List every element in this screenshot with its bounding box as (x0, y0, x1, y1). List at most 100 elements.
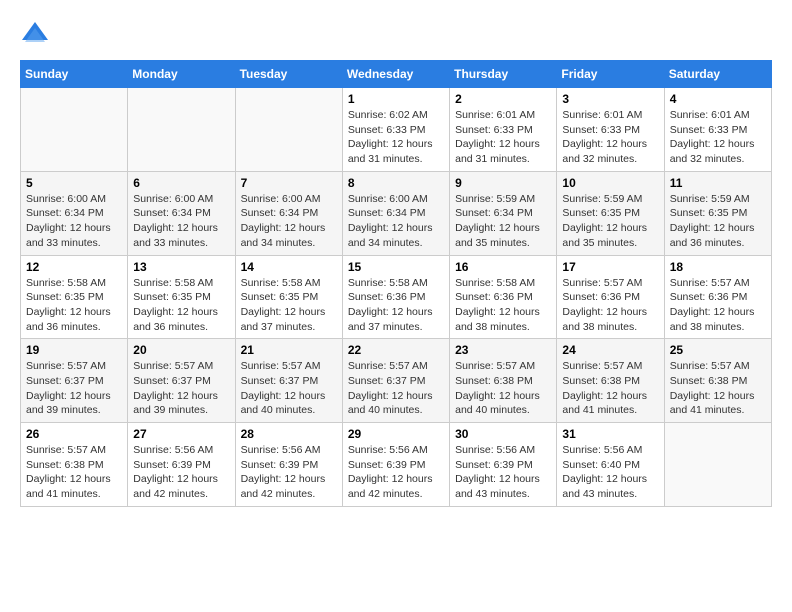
calendar-week-row: 12 Sunrise: 5:58 AM Sunset: 6:35 PM Dayli… (21, 255, 772, 339)
calendar-cell: 21 Sunrise: 5:57 AM Sunset: 6:37 PM Dayli… (235, 339, 342, 423)
day-number: 17 (562, 260, 658, 274)
calendar-cell: 20Sunrise: 5:57 AM Sunset: 6:37 PM Dayli… (128, 339, 235, 423)
day-info: Sunrise: 6:01 AM Sunset: 6:33 PM Dayligh… (670, 108, 766, 167)
logo (20, 20, 54, 50)
calendar-cell (664, 423, 771, 507)
day-number: 21 (241, 343, 337, 357)
day-info: Sunrise: 5:59 AM Sunset: 6:35 PM Dayligh… (670, 192, 766, 251)
calendar-week-row: 5Sunrise: 6:00 AM Sunset: 6:34 PM Daylig… (21, 171, 772, 255)
day-info: Sunrise: 5:58 AM Sunset: 6:35 PM Dayligh… (133, 276, 229, 335)
calendar-cell: 24Sunrise: 5:57 AM Sunset: 6:38 PM Dayli… (557, 339, 664, 423)
day-number: 19 (26, 343, 122, 357)
day-number: 30 (455, 427, 551, 441)
calendar-cell: 29 Sunrise: 5:56 AM Sunset: 6:39 PM Dayli… (342, 423, 449, 507)
day-number: 2 (455, 92, 551, 106)
calendar-cell: 25 Sunrise: 5:57 AM Sunset: 6:38 PM Dayli… (664, 339, 771, 423)
calendar-cell: 9 Sunrise: 5:59 AM Sunset: 6:34 PM Daylig… (450, 171, 557, 255)
day-info: Sunrise: 5:57 AM Sunset: 6:38 PM Dayligh… (455, 359, 551, 418)
day-info: Sunrise: 6:00 AM Sunset: 6:34 PM Dayligh… (133, 192, 229, 251)
calendar-cell: 19 Sunrise: 5:57 AM Sunset: 6:37 PM Dayli… (21, 339, 128, 423)
calendar-cell (21, 88, 128, 172)
calendar-cell: 27 Sunrise: 5:56 AM Sunset: 6:39 PM Dayli… (128, 423, 235, 507)
day-number: 7 (241, 176, 337, 190)
calendar-cell: 16 Sunrise: 5:58 AM Sunset: 6:36 PM Dayli… (450, 255, 557, 339)
header-friday: Friday (557, 61, 664, 88)
day-number: 26 (26, 427, 122, 441)
day-number: 6 (133, 176, 229, 190)
header-sunday: Sunday (21, 61, 128, 88)
day-info: Sunrise: 5:57 AM Sunset: 6:37 PM Dayligh… (133, 359, 229, 418)
day-number: 10 (562, 176, 658, 190)
day-number: 13 (133, 260, 229, 274)
day-info: Sunrise: 5:56 AM Sunset: 6:39 PM Dayligh… (133, 443, 229, 502)
day-info: Sunrise: 5:56 AM Sunset: 6:39 PM Dayligh… (348, 443, 444, 502)
day-info: Sunrise: 5:57 AM Sunset: 6:38 PM Dayligh… (670, 359, 766, 418)
day-info: Sunrise: 5:57 AM Sunset: 6:38 PM Dayligh… (562, 359, 658, 418)
day-info: Sunrise: 5:57 AM Sunset: 6:36 PM Dayligh… (562, 276, 658, 335)
calendar-cell: 8 Sunrise: 6:00 AM Sunset: 6:34 PM Daylig… (342, 171, 449, 255)
day-info: Sunrise: 6:01 AM Sunset: 6:33 PM Dayligh… (455, 108, 551, 167)
calendar-header-row: SundayMondayTuesdayWednesdayThursdayFrid… (21, 61, 772, 88)
day-info: Sunrise: 6:01 AM Sunset: 6:33 PM Dayligh… (562, 108, 658, 167)
calendar-cell: 12 Sunrise: 5:58 AM Sunset: 6:35 PM Dayli… (21, 255, 128, 339)
calendar-week-row: 19 Sunrise: 5:57 AM Sunset: 6:37 PM Dayli… (21, 339, 772, 423)
calendar-cell: 28 Sunrise: 5:56 AM Sunset: 6:39 PM Dayli… (235, 423, 342, 507)
day-info: Sunrise: 5:57 AM Sunset: 6:37 PM Dayligh… (26, 359, 122, 418)
day-number: 27 (133, 427, 229, 441)
calendar-week-row: 1 Sunrise: 6:02 AM Sunset: 6:33 PM Daylig… (21, 88, 772, 172)
calendar-cell: 4 Sunrise: 6:01 AM Sunset: 6:33 PM Daylig… (664, 88, 771, 172)
day-number: 4 (670, 92, 766, 106)
day-info: Sunrise: 5:56 AM Sunset: 6:40 PM Dayligh… (562, 443, 658, 502)
day-info: Sunrise: 5:58 AM Sunset: 6:35 PM Dayligh… (26, 276, 122, 335)
calendar-table: SundayMondayTuesdayWednesdayThursdayFrid… (20, 60, 772, 507)
day-number: 15 (348, 260, 444, 274)
day-number: 29 (348, 427, 444, 441)
calendar-cell: 10Sunrise: 5:59 AM Sunset: 6:35 PM Dayli… (557, 171, 664, 255)
day-info: Sunrise: 5:57 AM Sunset: 6:36 PM Dayligh… (670, 276, 766, 335)
day-number: 1 (348, 92, 444, 106)
day-number: 9 (455, 176, 551, 190)
calendar-cell: 17 Sunrise: 5:57 AM Sunset: 6:36 PM Dayli… (557, 255, 664, 339)
day-info: Sunrise: 5:57 AM Sunset: 6:38 PM Dayligh… (26, 443, 122, 502)
header-tuesday: Tuesday (235, 61, 342, 88)
day-info: Sunrise: 5:57 AM Sunset: 6:37 PM Dayligh… (348, 359, 444, 418)
calendar-cell: 22Sunrise: 5:57 AM Sunset: 6:37 PM Dayli… (342, 339, 449, 423)
page-header (20, 20, 772, 50)
calendar-cell: 2 Sunrise: 6:01 AM Sunset: 6:33 PM Daylig… (450, 88, 557, 172)
calendar-cell: 18 Sunrise: 5:57 AM Sunset: 6:36 PM Dayli… (664, 255, 771, 339)
day-info: Sunrise: 5:58 AM Sunset: 6:36 PM Dayligh… (455, 276, 551, 335)
calendar-cell: 7 Sunrise: 6:00 AM Sunset: 6:34 PM Daylig… (235, 171, 342, 255)
calendar-week-row: 26 Sunrise: 5:57 AM Sunset: 6:38 PM Dayli… (21, 423, 772, 507)
logo-icon (20, 20, 50, 50)
calendar-cell (128, 88, 235, 172)
calendar-cell: 3 Sunrise: 6:01 AM Sunset: 6:33 PM Daylig… (557, 88, 664, 172)
day-number: 8 (348, 176, 444, 190)
day-number: 12 (26, 260, 122, 274)
calendar-cell: 6 Sunrise: 6:00 AM Sunset: 6:34 PM Daylig… (128, 171, 235, 255)
day-info: Sunrise: 5:56 AM Sunset: 6:39 PM Dayligh… (241, 443, 337, 502)
day-number: 28 (241, 427, 337, 441)
calendar-cell: 31Sunrise: 5:56 AM Sunset: 6:40 PM Dayli… (557, 423, 664, 507)
day-info: Sunrise: 6:00 AM Sunset: 6:34 PM Dayligh… (241, 192, 337, 251)
day-number: 14 (241, 260, 337, 274)
day-number: 16 (455, 260, 551, 274)
calendar-cell: 5Sunrise: 6:00 AM Sunset: 6:34 PM Daylig… (21, 171, 128, 255)
day-info: Sunrise: 5:56 AM Sunset: 6:39 PM Dayligh… (455, 443, 551, 502)
header-saturday: Saturday (664, 61, 771, 88)
header-wednesday: Wednesday (342, 61, 449, 88)
day-number: 3 (562, 92, 658, 106)
day-info: Sunrise: 6:02 AM Sunset: 6:33 PM Dayligh… (348, 108, 444, 167)
header-thursday: Thursday (450, 61, 557, 88)
day-info: Sunrise: 6:00 AM Sunset: 6:34 PM Dayligh… (348, 192, 444, 251)
calendar-cell: 15 Sunrise: 5:58 AM Sunset: 6:36 PM Dayli… (342, 255, 449, 339)
day-number: 25 (670, 343, 766, 357)
day-number: 18 (670, 260, 766, 274)
day-info: Sunrise: 5:59 AM Sunset: 6:34 PM Dayligh… (455, 192, 551, 251)
day-info: Sunrise: 5:58 AM Sunset: 6:36 PM Dayligh… (348, 276, 444, 335)
calendar-cell: 26 Sunrise: 5:57 AM Sunset: 6:38 PM Dayli… (21, 423, 128, 507)
header-monday: Monday (128, 61, 235, 88)
day-info: Sunrise: 5:58 AM Sunset: 6:35 PM Dayligh… (241, 276, 337, 335)
calendar-cell: 14 Sunrise: 5:58 AM Sunset: 6:35 PM Dayli… (235, 255, 342, 339)
day-info: Sunrise: 5:57 AM Sunset: 6:37 PM Dayligh… (241, 359, 337, 418)
calendar-cell: 30 Sunrise: 5:56 AM Sunset: 6:39 PM Dayli… (450, 423, 557, 507)
